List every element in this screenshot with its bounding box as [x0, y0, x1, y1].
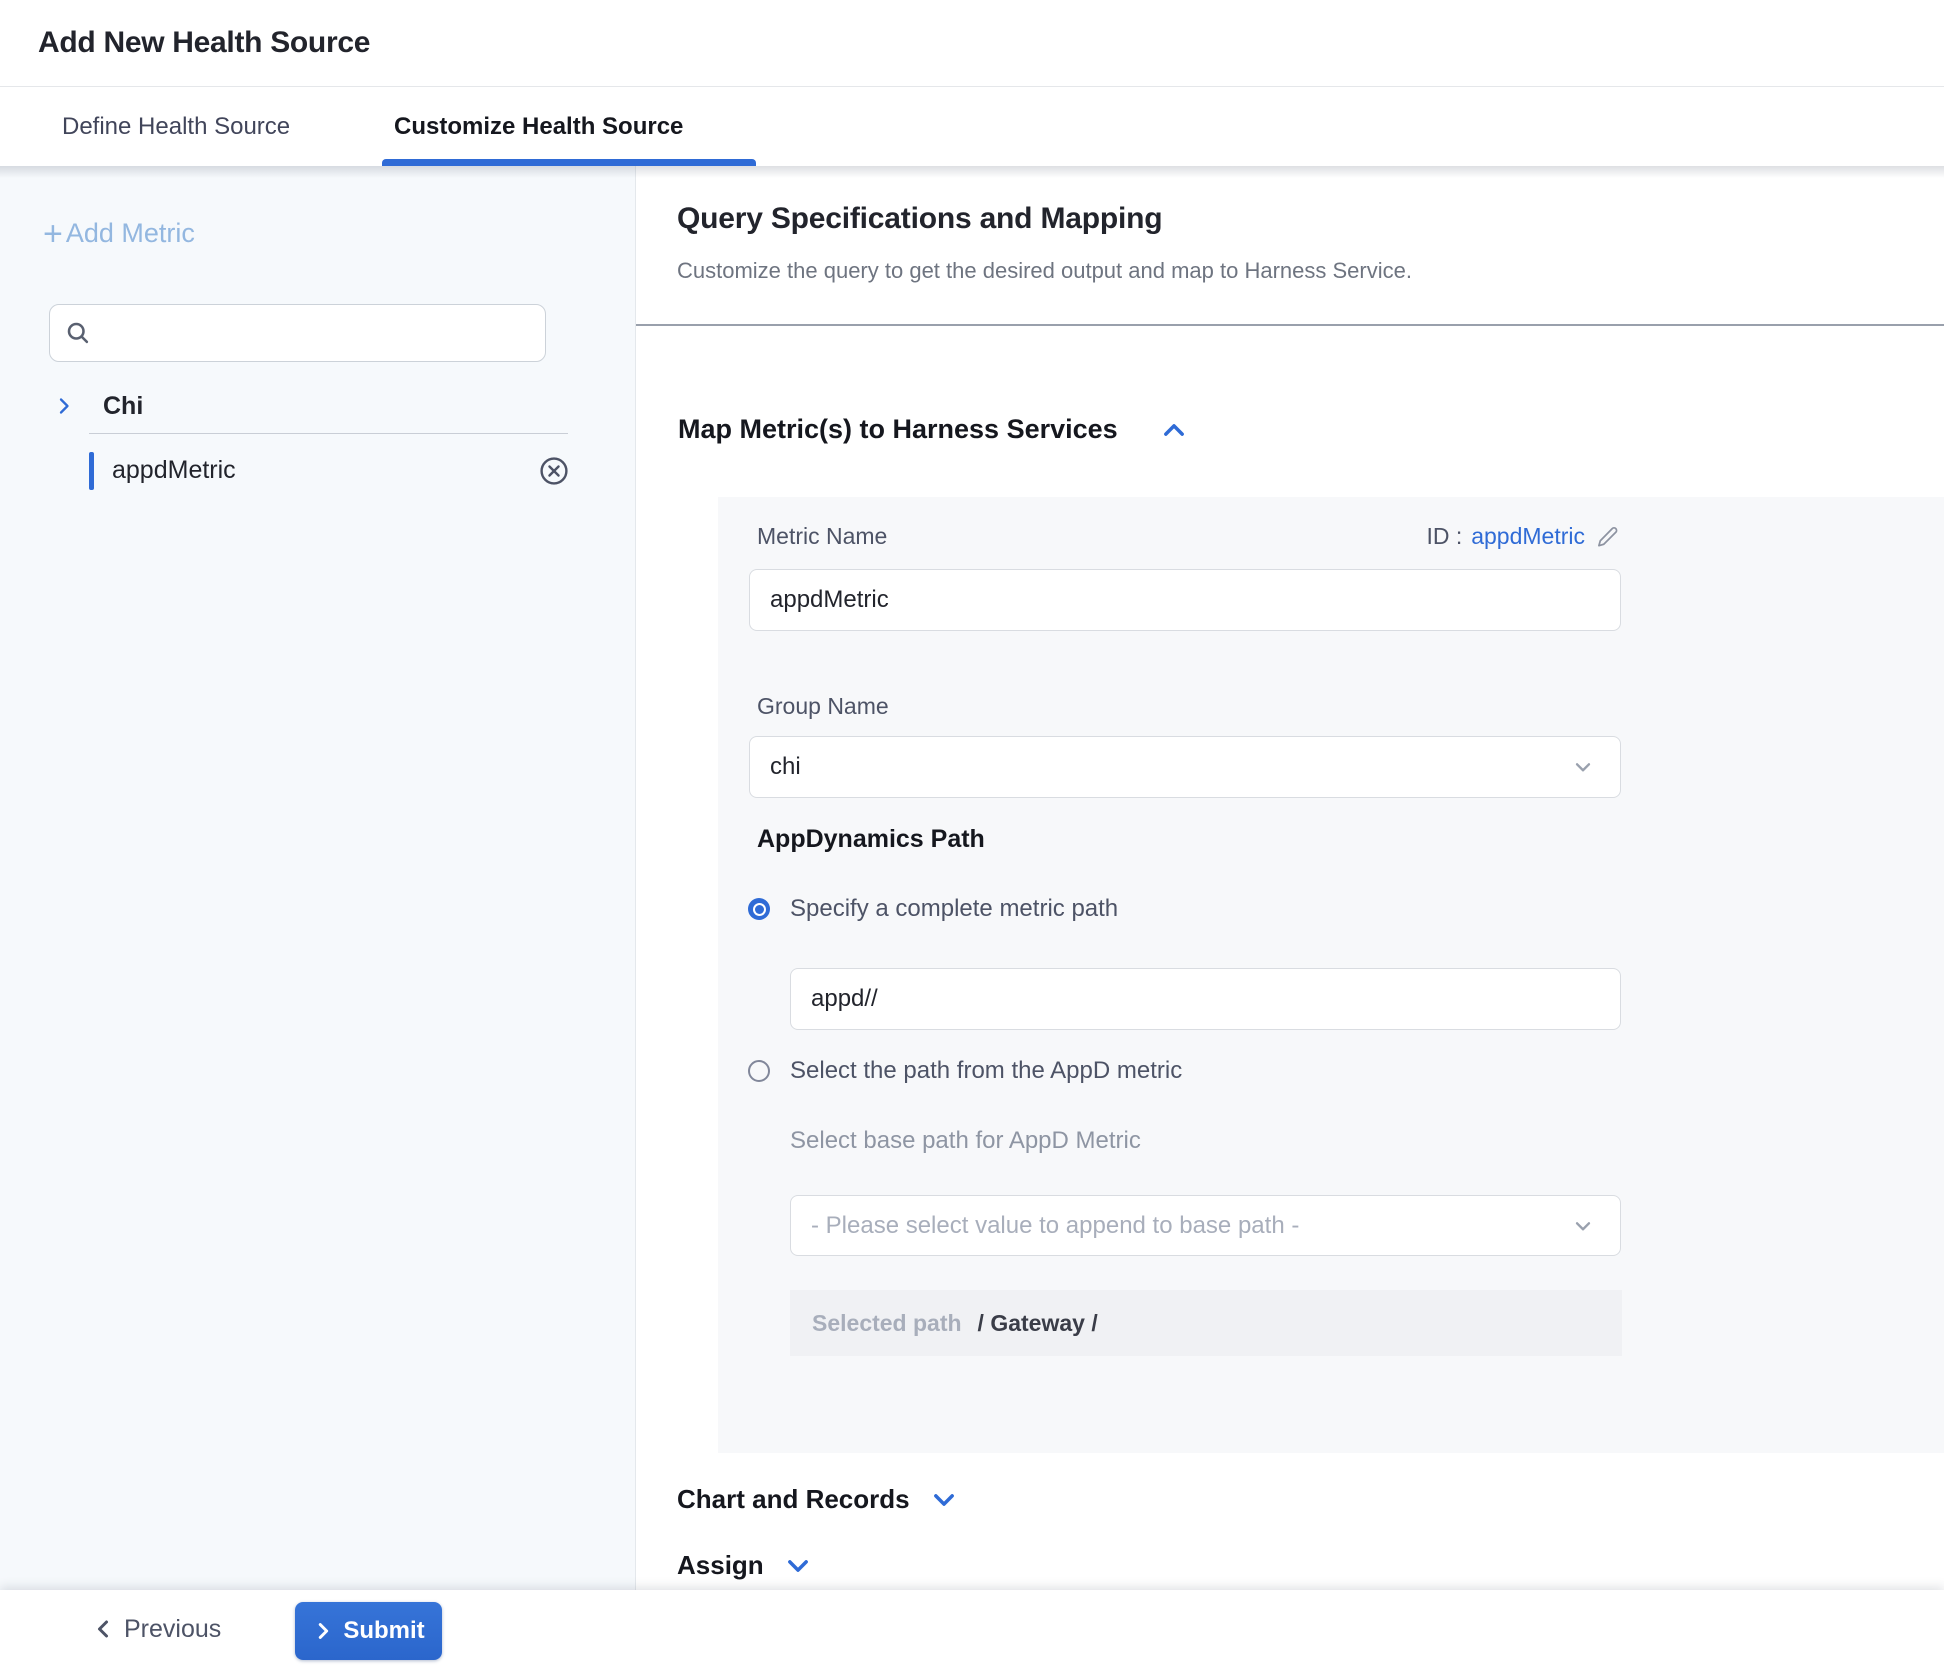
chevron-up-icon[interactable] [1160, 416, 1188, 444]
section-title: Chart and Records [677, 1484, 910, 1515]
wizard-footer: Previous Submit [0, 1590, 1944, 1668]
chevron-down-icon [1570, 1213, 1596, 1246]
radio-unselected-icon[interactable] [748, 1060, 770, 1082]
base-path-label: Select base path for AppD Metric [790, 1127, 1141, 1155]
selected-path-value: / Gateway / [978, 1310, 1098, 1337]
base-path-select[interactable]: - Please select value to append to base … [790, 1195, 1621, 1256]
radio-complete-metric-path[interactable]: Specify a complete metric path [748, 895, 1118, 923]
chevron-down-icon[interactable] [784, 1552, 812, 1580]
chevron-down-icon[interactable] [930, 1486, 958, 1514]
chevron-down-icon [1570, 754, 1596, 787]
group-label: Chi [103, 392, 143, 421]
previous-button[interactable]: Previous [92, 1590, 221, 1668]
search-input[interactable] [102, 305, 545, 361]
tab-label: Customize Health Source [394, 113, 683, 141]
content-divider [636, 324, 1944, 326]
id-label: ID : [1426, 523, 1462, 550]
metric-name-input[interactable] [749, 569, 1621, 631]
section-title: Map Metric(s) to Harness Services [678, 414, 1118, 445]
section-map-metrics-toggle[interactable]: Map Metric(s) to Harness Services [678, 414, 1188, 445]
radio-label: Specify a complete metric path [790, 895, 1118, 923]
chevron-left-icon [92, 1617, 116, 1641]
radio-select-appd-path[interactable]: Select the path from the AppD metric [748, 1057, 1182, 1085]
group-name-value: chi [770, 753, 801, 781]
sidebar-item-appdmetric[interactable]: appdMetric [0, 446, 636, 496]
group-name-select[interactable]: chi [749, 736, 1621, 798]
metric-id-row: ID : appdMetric [1426, 523, 1621, 550]
remove-metric-icon[interactable] [538, 455, 570, 487]
metric-item-label: appdMetric [112, 456, 236, 485]
metric-name-label: Metric Name [757, 523, 887, 550]
metrics-sidebar: + Add Metric Chi appdMetric [0, 166, 636, 1590]
complete-metric-path-input[interactable] [790, 968, 1621, 1030]
selected-indicator [89, 452, 94, 490]
section-title: Assign [677, 1550, 764, 1581]
active-tab-indicator [382, 159, 756, 166]
selected-path-label: Selected path [812, 1310, 962, 1337]
metric-search [49, 304, 546, 362]
id-value-link[interactable]: appdMetric [1471, 523, 1585, 550]
chevron-right-icon [312, 1620, 334, 1642]
main-content: Query Specifications and Mapping Customi… [636, 166, 1944, 1590]
search-icon [64, 319, 92, 347]
add-metric-label: Add Metric [66, 218, 195, 249]
submit-button[interactable]: Submit [295, 1602, 442, 1660]
submit-label: Submit [343, 1617, 424, 1645]
selected-path-display: Selected path / Gateway / [790, 1290, 1622, 1356]
section-assign-toggle[interactable]: Assign [677, 1550, 812, 1581]
section-chart-records-toggle[interactable]: Chart and Records [677, 1484, 958, 1515]
sidebar-divider [89, 433, 568, 434]
base-path-placeholder: - Please select value to append to base … [811, 1212, 1299, 1240]
add-metric-button[interactable]: + Add Metric [43, 218, 195, 249]
tab-bar: Define Health Source Customize Health So… [0, 87, 1944, 166]
content-subheading: Customize the query to get the desired o… [677, 258, 1412, 284]
page-title: Add New Health Source [38, 26, 370, 60]
tab-define-health-source[interactable]: Define Health Source [62, 87, 290, 166]
radio-selected-icon[interactable] [748, 898, 770, 920]
tab-customize-health-source[interactable]: Customize Health Source [394, 87, 683, 166]
plus-icon: + [43, 219, 63, 249]
chevron-right-icon [52, 394, 76, 423]
tab-label: Define Health Source [62, 113, 290, 141]
page-header: Add New Health Source [0, 0, 1944, 87]
radio-label: Select the path from the AppD metric [790, 1057, 1182, 1085]
appdynamics-path-heading: AppDynamics Path [757, 825, 985, 854]
previous-label: Previous [124, 1615, 221, 1644]
edit-id-icon[interactable] [1595, 524, 1621, 550]
sidebar-group-chi[interactable]: Chi [0, 382, 636, 430]
content-heading: Query Specifications and Mapping [677, 202, 1162, 236]
group-name-label: Group Name [757, 693, 889, 720]
map-metrics-panel: Metric Name ID : appdMetric Group Name c… [718, 497, 1944, 1453]
